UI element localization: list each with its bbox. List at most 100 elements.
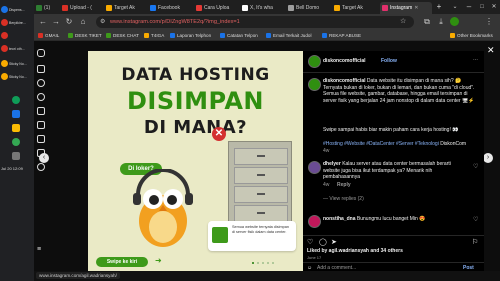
swipe-label: Swipe ke kiri: [96, 257, 148, 267]
app-icon: [1, 32, 8, 39]
messages-icon[interactable]: [37, 121, 45, 129]
maximize-icon[interactable]: □: [477, 2, 487, 12]
view-replies-button[interactable]: — View replies (2): [323, 196, 364, 203]
volume-icon[interactable]: [12, 152, 20, 160]
address-bar[interactable]: ⚙ www.instagram.com/p/DIZngW8TE2q/?img_i…: [96, 16, 414, 28]
bookmark-item[interactable]: Catatan Telpon: [220, 31, 258, 39]
other-bookmarks[interactable]: Other Bookmarks: [450, 31, 493, 39]
browser-tab[interactable]: Cara Uploa: [196, 2, 240, 14]
forward-icon[interactable]: →: [51, 17, 61, 27]
taskbar-item[interactable]: Berpikire...: [1, 17, 33, 28]
bookmark-item[interactable]: DESK TIKET: [68, 31, 102, 39]
bookmark-item[interactable]: Laporan Telphon: [170, 31, 211, 39]
menu-icon[interactable]: ⋮: [484, 17, 494, 27]
avatar[interactable]: [308, 161, 321, 174]
close-icon[interactable]: ✕: [414, 5, 418, 11]
more-options-icon[interactable]: ⋯: [473, 57, 478, 64]
bookmark-favicon: [106, 32, 111, 38]
post-image[interactable]: DATA HOSTING DISIMPAN DI MANA? Di loker?…: [88, 51, 303, 271]
post-username[interactable]: diskoncomofficial: [323, 58, 366, 65]
browser-tab[interactable]: Bell Domo: [288, 2, 332, 14]
tab-search-icon[interactable]: ⌄: [450, 2, 460, 12]
avatar[interactable]: [308, 215, 321, 228]
avatar[interactable]: [308, 78, 321, 91]
home-icon[interactable]: [37, 65, 45, 73]
folder-icon: [450, 32, 455, 38]
clock[interactable]: Jul 20 12:09: [1, 166, 33, 171]
instagram-icon[interactable]: [37, 49, 45, 57]
taskbar-item[interactable]: [1, 30, 33, 41]
folder-icon[interactable]: [12, 124, 20, 132]
carousel-indicator: [244, 259, 294, 269]
browser-tab[interactable]: Target Ak: [334, 2, 378, 14]
profile-icon[interactable]: [37, 163, 45, 171]
app-icon[interactable]: [12, 96, 20, 104]
search-icon[interactable]: [37, 79, 45, 87]
browser-tab[interactable]: Target Ak: [106, 2, 148, 14]
status-bar: www.instagram.com/agil.wadriansyah/: [34, 271, 500, 281]
bookmark-favicon: [68, 32, 73, 38]
tab-favicon: [62, 5, 68, 11]
bookmark-item[interactable]: DESK CHAT: [106, 31, 139, 39]
like-comment-icon[interactable]: ♡: [473, 216, 478, 223]
home-icon[interactable]: ⌂: [78, 17, 88, 27]
tab-favicon: [36, 5, 42, 11]
taskbar-item[interactable]: Dispens...: [1, 4, 33, 15]
gmail-icon: [38, 32, 43, 38]
bookmark-item[interactable]: T4IGA: [144, 31, 164, 39]
profile-avatar[interactable]: [450, 17, 459, 26]
close-modal-icon[interactable]: ✕: [487, 45, 495, 56]
tab-instagram[interactable]: Instagram ✕: [380, 2, 432, 14]
caption: diskoncomofficial Data website itu disim…: [323, 78, 475, 104]
browser-tab[interactable]: Upload - (: [62, 2, 104, 14]
bookmark-star-icon[interactable]: ☆: [400, 17, 406, 25]
taskbar-item[interactable]: Sticky No...: [1, 58, 33, 69]
chrome-icon: [1, 6, 8, 13]
extensions-icon[interactable]: ⧉: [422, 17, 432, 27]
bookmark-favicon: [144, 32, 149, 38]
taskbar-item[interactable]: Sticky No...: [1, 71, 33, 82]
tab-favicon: [150, 5, 156, 11]
comment-icon[interactable]: ◯: [319, 238, 327, 246]
next-post-button[interactable]: ›: [483, 153, 493, 163]
app-icon[interactable]: [12, 138, 20, 146]
reload-icon[interactable]: ↻: [64, 17, 74, 27]
site-info-icon[interactable]: ⚙: [100, 18, 105, 25]
tab-favicon: [196, 5, 202, 11]
share-icon[interactable]: ➤: [331, 238, 337, 246]
taskbar-item[interactable]: teori oth...: [1, 43, 33, 54]
bookmark-item[interactable]: Email Terkait Judol: [266, 31, 311, 39]
more-menu-icon[interactable]: ≡: [37, 246, 43, 253]
browser-tab[interactable]: (1): [36, 2, 60, 14]
explore-icon[interactable]: [37, 93, 45, 101]
status-url: www.instagram.com/agil.wadriansyah/: [36, 272, 120, 279]
headline-line-3: DI MANA?: [143, 117, 248, 138]
browser-tab[interactable]: X, It's wha: [242, 2, 286, 14]
back-icon[interactable]: ←: [38, 17, 48, 27]
instagram-page: ≡ ‹ › ✕ DATA HOSTING DISIMPAN DI MANA? D…: [34, 41, 500, 271]
avatar[interactable]: [308, 55, 321, 68]
likes-summary[interactable]: Liked by agil.wadriansyah and 34 others: [307, 248, 483, 255]
browser-tab[interactable]: Facebook: [150, 2, 194, 14]
bookmark-item[interactable]: GMAIL: [38, 31, 59, 39]
instagram-icon: [382, 5, 388, 11]
new-tab-icon[interactable]: +: [434, 2, 444, 12]
app-icon[interactable]: [12, 110, 20, 118]
downloads-icon[interactable]: ⤓: [436, 17, 446, 27]
comment-age: 4w: [323, 182, 330, 188]
sticky-notes-icon: [1, 60, 8, 67]
notifications-icon[interactable]: [37, 135, 45, 143]
reels-icon[interactable]: [37, 107, 45, 115]
previous-post-button[interactable]: ‹: [39, 153, 49, 163]
bookmark-item[interactable]: REKAP ABUSE: [322, 31, 361, 39]
bookmark-favicon: [322, 32, 327, 38]
reply-button[interactable]: Reply: [337, 182, 351, 189]
close-window-icon[interactable]: ✕: [489, 2, 499, 12]
minimize-icon[interactable]: –: [464, 2, 474, 12]
like-icon[interactable]: ♡: [307, 238, 313, 246]
tab-favicon: [242, 5, 248, 11]
like-comment-icon[interactable]: ♡: [473, 163, 478, 170]
save-icon[interactable]: ⚐: [472, 238, 478, 246]
bookmarks-bar: GMAIL DESK TIKET DESK CHAT T4IGA Laporan…: [34, 30, 500, 41]
follow-button[interactable]: Follow: [381, 58, 397, 65]
